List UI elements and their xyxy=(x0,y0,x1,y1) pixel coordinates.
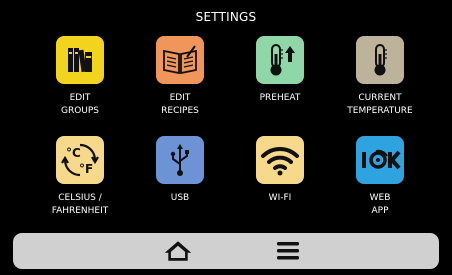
tile-celsius-fahrenheit[interactable]: °C °F CELSIUS / FAHRENHEIT xyxy=(30,136,130,218)
tile-label: EDIT RECIPES xyxy=(161,93,199,116)
thermometer-icon xyxy=(356,36,404,84)
bottom-nav-bar xyxy=(13,233,439,269)
tile-label: CURRENT TEMPERATURE xyxy=(347,93,413,116)
settings-screen: SETTINGS EDIT GROUPS EDIT RECIPES PREHEA… xyxy=(0,0,452,275)
celsius-fahrenheit-icon: °C °F xyxy=(56,136,104,184)
wifi-icon xyxy=(256,136,304,184)
tile-edit-recipes[interactable]: EDIT RECIPES xyxy=(130,36,230,118)
thermometer-up-icon xyxy=(256,36,304,84)
home-button[interactable] xyxy=(163,237,193,265)
tile-label: PREHEAT xyxy=(259,93,301,103)
tile-label: WI-FI xyxy=(268,193,292,203)
tile-label: USB xyxy=(170,193,190,203)
tile-label: CELSIUS / FAHRENHEIT xyxy=(51,193,109,216)
svg-text:°F: °F xyxy=(79,162,93,176)
tile-edit-groups[interactable]: EDIT GROUPS xyxy=(30,36,130,118)
tile-label: EDIT GROUPS xyxy=(60,93,100,116)
tile-wifi[interactable]: WI-FI xyxy=(230,136,330,205)
tile-web-app[interactable]: WEB APP xyxy=(330,136,430,218)
recipe-book-icon xyxy=(156,36,204,84)
page-title: SETTINGS xyxy=(195,10,257,24)
svg-text:°C: °C xyxy=(66,146,81,160)
tile-usb[interactable]: USB xyxy=(130,136,230,205)
tile-current-temperature[interactable]: CURRENT TEMPERATURE xyxy=(330,36,430,118)
books-icon xyxy=(56,36,104,84)
home-icon xyxy=(164,241,192,261)
tile-preheat[interactable]: PREHEAT xyxy=(230,36,330,105)
menu-icon xyxy=(277,242,299,260)
web-app-icon xyxy=(356,136,404,184)
tile-label: WEB APP xyxy=(369,193,391,216)
usb-icon xyxy=(156,136,204,184)
menu-button[interactable] xyxy=(273,237,303,265)
